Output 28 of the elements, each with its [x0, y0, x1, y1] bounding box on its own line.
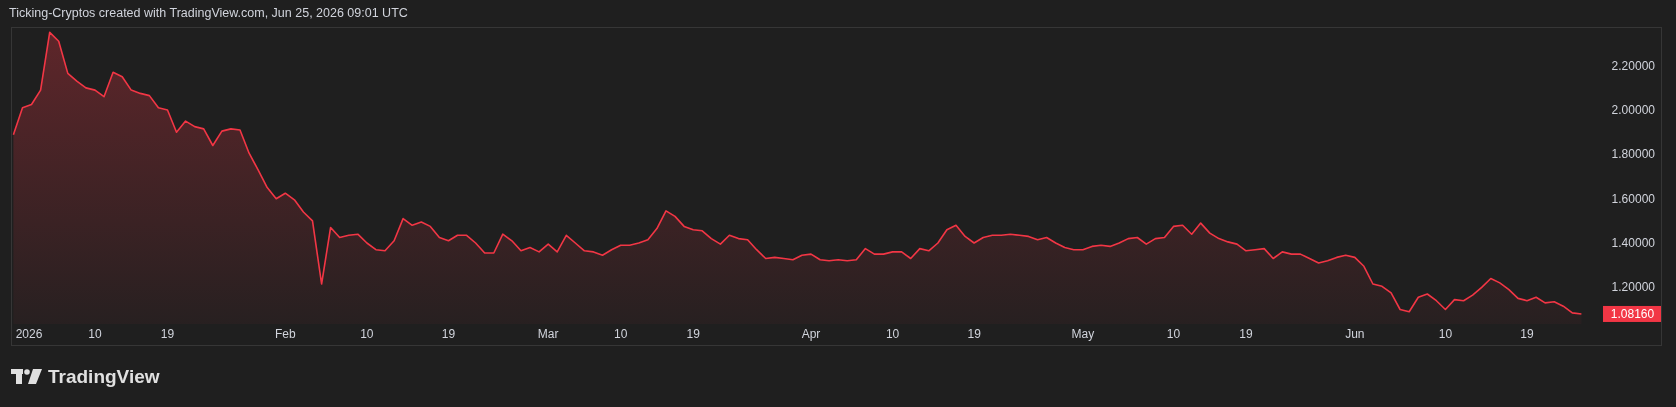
- x-axis-label: Mar: [537, 327, 559, 341]
- x-axis-label: May: [1071, 327, 1095, 341]
- x-axis-label: Feb: [274, 327, 296, 341]
- x-axis-label: 10: [1438, 327, 1453, 341]
- y-axis-label: 1.80000: [1611, 147, 1655, 162]
- x-axis-label: 19: [1520, 327, 1534, 341]
- x-axis-label: 10: [360, 327, 374, 341]
- x-axis-label: 19: [441, 327, 456, 341]
- x-axis-label: 19: [160, 327, 175, 341]
- logo-text: TradingView: [48, 367, 160, 386]
- y-axis-label: 2.20000: [1611, 58, 1655, 73]
- x-axis-label: 19: [686, 327, 700, 341]
- x-axis-label: 10: [614, 327, 628, 341]
- x-axis-label: Apr: [801, 327, 821, 341]
- chart-caption: Ticking-Cryptos created with TradingView.com, Jun 25, 2026 09:01 UTC: [9, 5, 408, 23]
- y-axis-label: 1.40000: [1611, 236, 1655, 251]
- x-axis-label: 19: [1239, 327, 1253, 341]
- y-axis-label: 1.20000: [1611, 280, 1655, 295]
- x-axis-label: 19: [967, 327, 981, 341]
- x-axis-label: 10: [88, 327, 102, 341]
- y-axis-label: 1.60000: [1611, 191, 1655, 206]
- x-axis-label: Jun: [1345, 327, 1365, 341]
- price-label: 1.08160: [1603, 305, 1661, 322]
- x-axis-label: 10: [885, 327, 900, 341]
- logo-icon: [11, 369, 42, 384]
- x-axis-label: 10: [1166, 327, 1181, 341]
- x-axis-label: 2026: [15, 327, 43, 341]
- y-axis-label: 2.00000: [1611, 103, 1655, 117]
